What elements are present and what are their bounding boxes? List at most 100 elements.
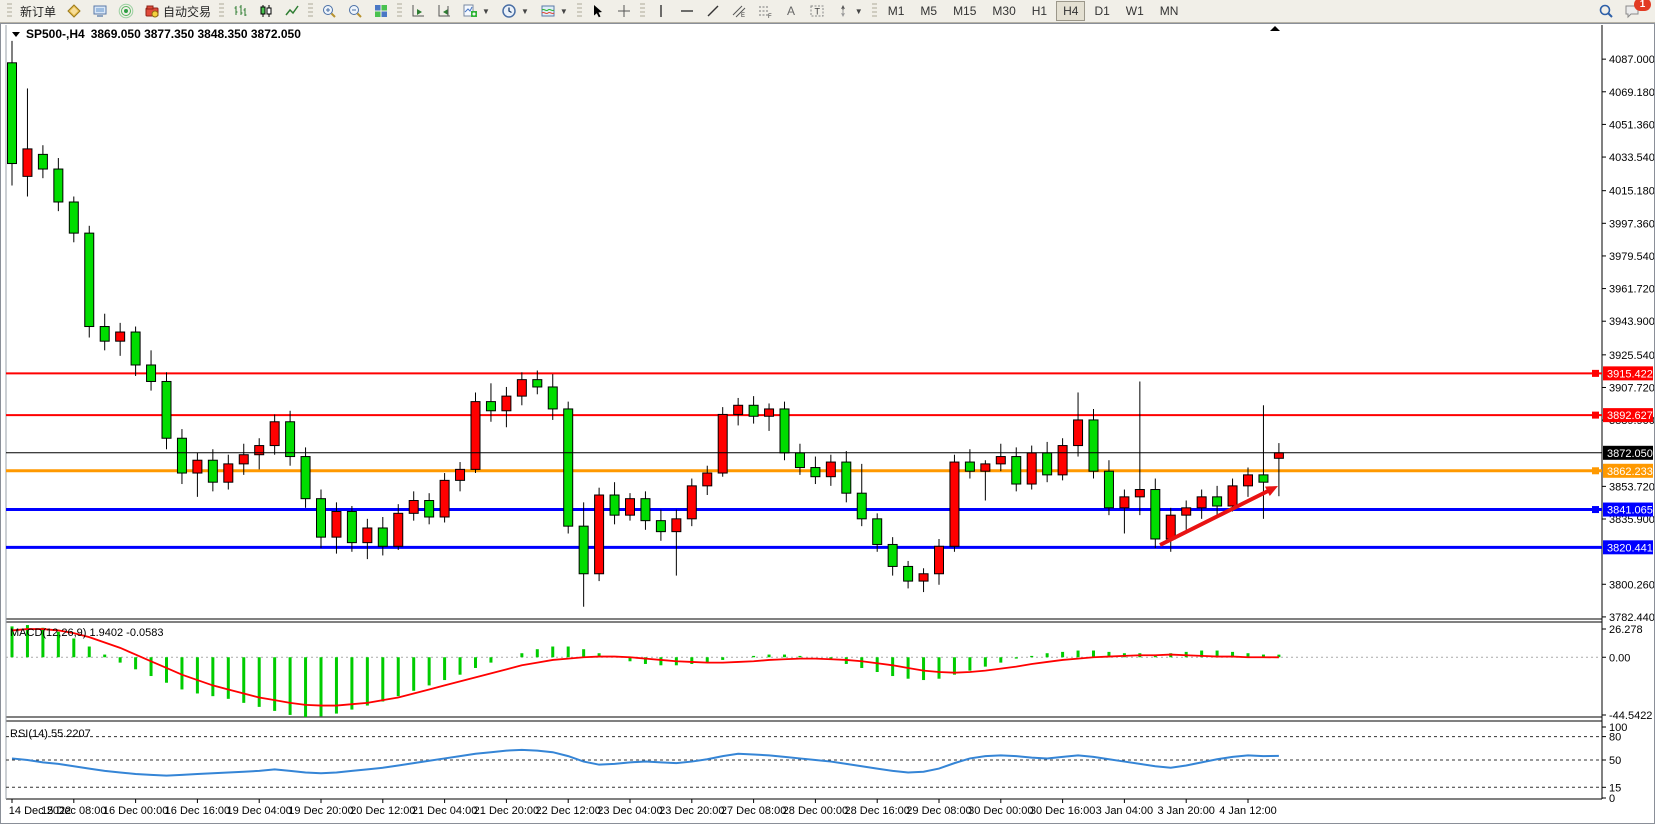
bull-candle xyxy=(440,480,449,517)
timeframe-button-h1[interactable]: H1 xyxy=(1025,1,1054,21)
auto-scroll-button[interactable] xyxy=(405,1,431,21)
timeframe-button-d1[interactable]: D1 xyxy=(1087,1,1116,21)
rsi-tick-label: 0 xyxy=(1609,793,1615,805)
toolbar-drag-handle[interactable] xyxy=(640,3,645,19)
one-click-expand-icon[interactable] xyxy=(12,32,20,37)
text-tool-button[interactable]: A xyxy=(778,1,804,21)
trend-arrow[interactable] xyxy=(1160,486,1278,545)
time-tick-label: 3 Jan 20:00 xyxy=(1157,805,1215,817)
bull-candle xyxy=(950,462,959,546)
bull-candle xyxy=(270,422,279,446)
timeframe-button-m30[interactable]: M30 xyxy=(985,1,1022,21)
bull-candle xyxy=(1027,453,1036,484)
bear-candle xyxy=(780,409,789,453)
fibonacci-icon: F xyxy=(757,3,773,19)
timeframe-button-w1[interactable]: W1 xyxy=(1119,1,1151,21)
line-anchor[interactable] xyxy=(1592,370,1599,377)
bear-candle xyxy=(8,63,17,164)
bull-candle xyxy=(239,455,248,464)
toolbar-drag-handle[interactable] xyxy=(397,3,402,19)
vertical-line-tool-button[interactable] xyxy=(648,1,674,21)
crosshair-tool-button[interactable] xyxy=(611,1,637,21)
time-tick-label: 28 Dec 00:00 xyxy=(783,805,848,817)
bear-candle xyxy=(69,202,78,233)
timeframe-button-mn[interactable]: MN xyxy=(1153,1,1186,21)
chart-window: 4087.0004069.1804051.3604033.5404015.180… xyxy=(0,23,1655,824)
dropdown-caret[interactable]: ▼ xyxy=(520,7,530,16)
bar-chart-mode-button[interactable] xyxy=(227,1,253,21)
channel-tool-button[interactable]: E xyxy=(726,1,752,21)
candlestick-mode-button[interactable] xyxy=(253,1,279,21)
zoom-out-button[interactable] xyxy=(342,1,368,21)
template-button[interactable]: ▼ xyxy=(535,1,574,21)
cursor-tool-button[interactable] xyxy=(585,1,611,21)
timeframe-button-m5[interactable]: M5 xyxy=(913,1,944,21)
chart-canvas[interactable]: 4087.0004069.1804051.3604033.5404015.180… xyxy=(0,23,1655,824)
toolbar-drag-handle[interactable] xyxy=(7,3,12,19)
price-tick-label: 3853.720 xyxy=(1609,481,1655,493)
text-label-tool-button[interactable]: T xyxy=(804,1,830,21)
dropdown-caret[interactable]: ▼ xyxy=(854,7,864,16)
bear-candle xyxy=(857,493,866,519)
price-tick-label: 3782.440 xyxy=(1609,612,1655,624)
bull-candle xyxy=(332,511,341,537)
dropdown-caret[interactable]: ▼ xyxy=(559,7,569,16)
chat-button[interactable]: 1 xyxy=(1619,1,1645,21)
period-button[interactable]: ▼ xyxy=(496,1,535,21)
bear-candle xyxy=(656,521,665,532)
toolbar-drag-handle[interactable] xyxy=(872,3,877,19)
rsi-line xyxy=(12,750,1279,776)
toolbar-drag-handle[interactable] xyxy=(308,3,313,19)
bull-candle xyxy=(1120,497,1129,508)
bear-candle xyxy=(286,422,295,457)
bear-candle xyxy=(147,365,156,381)
toolbar-drag-handle[interactable] xyxy=(219,3,224,19)
line-anchor[interactable] xyxy=(1592,467,1599,474)
zoom-in-icon xyxy=(321,3,337,19)
bull-candle xyxy=(23,149,32,176)
chart-marker-icon[interactable] xyxy=(1270,26,1280,31)
search-button[interactable] xyxy=(1593,1,1619,21)
signal-button[interactable] xyxy=(113,1,139,21)
bull-candle xyxy=(502,396,511,411)
add-indicator-icon xyxy=(462,3,478,19)
open-data-folder-button[interactable] xyxy=(61,1,87,21)
chart-symbol-period: SP500-,H4 xyxy=(26,27,85,41)
zoom-in-button[interactable] xyxy=(316,1,342,21)
chart-shift-button[interactable] xyxy=(431,1,457,21)
fibonacci-tool-button[interactable]: F xyxy=(752,1,778,21)
line-chart-mode-button[interactable] xyxy=(279,1,305,21)
timeframe-button-h4[interactable]: H4 xyxy=(1056,1,1085,21)
bull-candle xyxy=(1244,475,1253,486)
tile-windows-button[interactable] xyxy=(368,1,394,21)
price-line-badge-label: 3915.422 xyxy=(1607,368,1653,380)
auto-scroll-icon xyxy=(410,3,426,19)
bear-candle xyxy=(85,233,94,326)
bear-candle xyxy=(548,387,557,409)
macd-values: 1.9402 -0.0583 xyxy=(89,627,163,639)
line-anchor[interactable] xyxy=(1592,412,1599,419)
new-order-button[interactable]: 新订单 xyxy=(15,1,61,22)
signal-icon xyxy=(118,3,134,19)
arrows-tool-button[interactable]: ▼ xyxy=(830,1,869,21)
horizontal-line-icon xyxy=(679,3,695,19)
bull-candle xyxy=(1135,490,1144,497)
terminal-button[interactable] xyxy=(87,1,113,21)
bear-candle xyxy=(795,453,804,468)
time-tick-label: 20 Dec 12:00 xyxy=(350,805,415,817)
toolbar-drag-handle[interactable] xyxy=(577,3,582,19)
terminal-icon xyxy=(92,3,108,19)
crosshair-icon xyxy=(616,3,632,19)
trendline-tool-button[interactable] xyxy=(700,1,726,21)
auto-trading-button[interactable]: 自动交易 xyxy=(139,1,216,22)
timeframe-button-m15[interactable]: M15 xyxy=(946,1,983,21)
line-anchor[interactable] xyxy=(1592,506,1599,513)
candlestick-chart-icon xyxy=(258,3,274,19)
horizontal-line-tool-button[interactable] xyxy=(674,1,700,21)
bull-candle xyxy=(703,473,712,486)
dropdown-caret[interactable]: ▼ xyxy=(481,7,491,16)
vertical-line-icon xyxy=(653,3,669,19)
timeframe-button-m1[interactable]: M1 xyxy=(881,1,912,21)
add-indicator-button[interactable]: ▼ xyxy=(457,1,496,21)
cursor-icon xyxy=(590,3,606,19)
